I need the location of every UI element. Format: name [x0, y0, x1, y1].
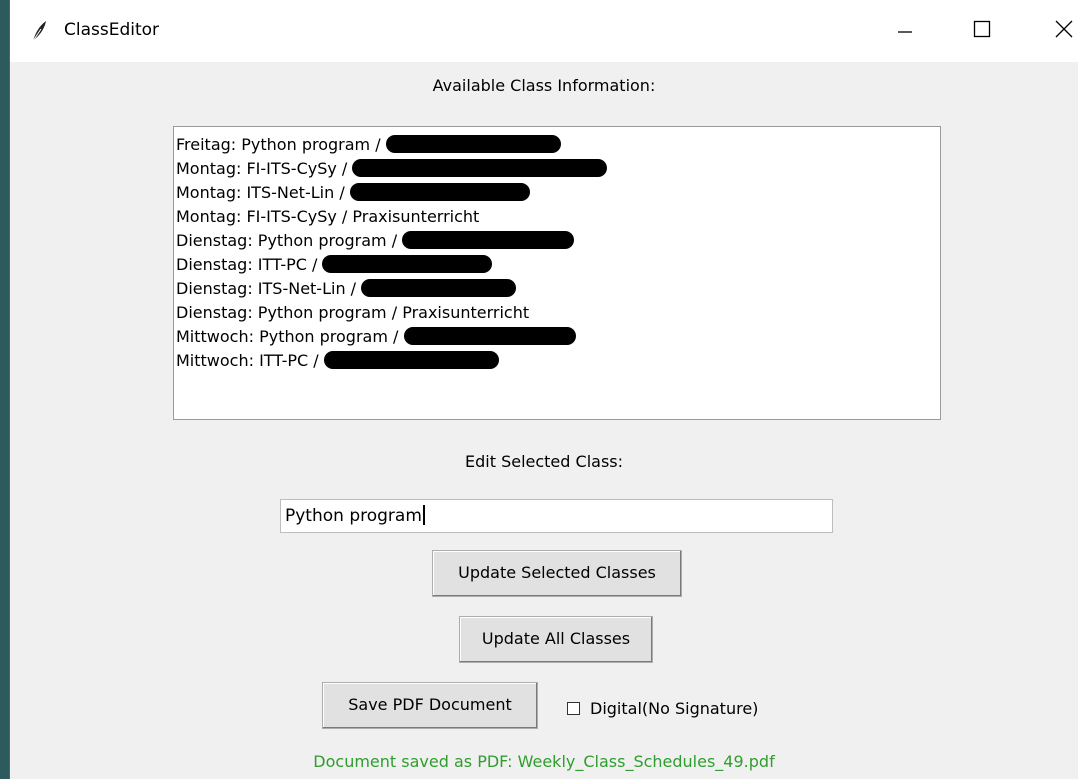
redaction-mark [322, 255, 493, 273]
class-listbox[interactable]: Freitag: Python program / Montag: FI-ITS… [173, 126, 941, 420]
class-editor-window: ClassEditor Available Class Information:… [10, 0, 1078, 779]
redaction-mark [385, 135, 561, 153]
update-selected-button[interactable]: Update Selected Classes [432, 550, 682, 597]
redaction-mark [349, 183, 530, 201]
redaction-mark [361, 279, 517, 297]
text-caret [422, 505, 425, 525]
update-all-button[interactable]: Update All Classes [459, 616, 653, 663]
edit-selected-label: Edit Selected Class: [465, 452, 623, 471]
list-item[interactable]: Montag: FI-ITS-CySy / [174, 157, 940, 181]
list-item-text: Dienstag: ITT-PC / [176, 255, 323, 274]
digital-checkbox-group[interactable]: Digital(No Signature) [567, 686, 758, 730]
title-bar[interactable]: ClassEditor [10, 0, 1078, 62]
edit-class-input[interactable]: Python program [280, 499, 833, 533]
main-content: Available Class Information: Freitag: Py… [10, 62, 1078, 779]
redaction-mark [402, 231, 575, 249]
digital-checkbox[interactable] [567, 701, 580, 715]
minimize-button[interactable] [877, 8, 933, 54]
list-item[interactable]: Dienstag: ITS-Net-Lin / [174, 277, 940, 301]
list-item[interactable]: Montag: FI-ITS-CySy / Praxisunterricht [174, 205, 940, 229]
list-item[interactable]: Freitag: Python program / [174, 133, 940, 157]
redaction-mark [323, 351, 499, 369]
list-item-text: Dienstag: Python program / Praxisunterri… [176, 303, 530, 322]
close-button[interactable] [1036, 8, 1078, 54]
status-message: Document saved as PDF: Weekly_Class_Sche… [313, 752, 775, 771]
list-item-text: Dienstag: Python program / [176, 231, 403, 250]
close-icon [1054, 19, 1074, 43]
minimize-icon [895, 19, 915, 43]
list-item[interactable]: Montag: ITS-Net-Lin / [174, 181, 940, 205]
list-item-text: Dienstag: ITS-Net-Lin / [176, 279, 362, 298]
list-item-text: Freitag: Python program / [176, 135, 386, 154]
list-item[interactable]: Dienstag: ITT-PC / [174, 253, 940, 277]
maximize-button[interactable] [954, 8, 1010, 54]
available-class-label: Available Class Information: [432, 76, 656, 95]
list-item[interactable]: Dienstag: Python program / Praxisunterri… [174, 301, 940, 325]
list-item-text: Montag: FI-ITS-CySy / Praxisunterricht [176, 207, 480, 226]
list-item-text: Montag: ITS-Net-Lin / [176, 183, 350, 202]
save-pdf-button[interactable]: Save PDF Document [322, 682, 538, 729]
list-item[interactable]: Mittwoch: ITT-PC / [174, 349, 940, 373]
list-item-text: Montag: FI-ITS-CySy / [176, 159, 353, 178]
edit-class-value: Python program [285, 506, 422, 526]
maximize-icon [972, 19, 992, 43]
feather-icon [30, 20, 50, 42]
list-item[interactable]: Mittwoch: Python program / [174, 325, 940, 349]
redaction-mark [352, 159, 608, 177]
list-item-text: Mittwoch: ITT-PC / [176, 351, 324, 370]
window-title: ClassEditor [64, 20, 160, 40]
digital-checkbox-label: Digital(No Signature) [590, 698, 759, 718]
redaction-mark [403, 327, 576, 345]
list-item[interactable]: Dienstag: Python program / [174, 229, 940, 253]
list-item-text: Mittwoch: Python program / [176, 327, 404, 346]
